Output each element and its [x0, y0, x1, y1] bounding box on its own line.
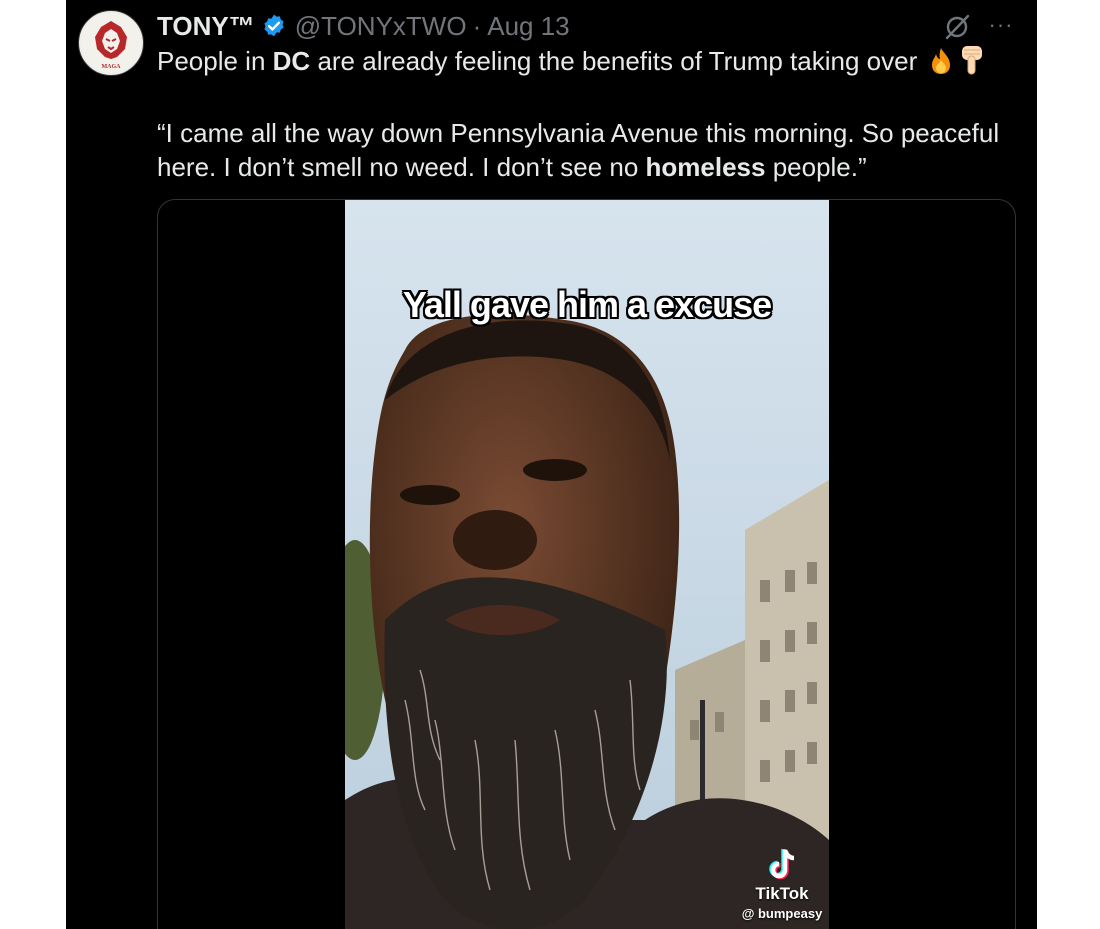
- line2-post: people.”: [765, 152, 867, 182]
- tiktok-logo-icon: [769, 849, 795, 880]
- tweet-header: TONY™ @TONYxTWO · Aug 13: [157, 10, 570, 42]
- fire-icon: [926, 46, 956, 84]
- line2-pre: “I came all the way down Pennsylvania Av…: [157, 118, 1000, 182]
- verified-badge-icon: [261, 13, 287, 39]
- line1-pre: People in: [157, 46, 273, 76]
- tweet-date[interactable]: Aug 13: [487, 11, 569, 42]
- author-handle[interactable]: @TONYxTWO: [295, 11, 467, 42]
- tiktok-brand: TikTok: [755, 884, 809, 903]
- lion-logo-icon: MAGA: [81, 13, 141, 73]
- tweet-text: People in DC are already feeling the ben…: [157, 44, 1017, 184]
- tweet-line-2: “I came all the way down Pennsylvania Av…: [157, 116, 1017, 184]
- header-separator: ·: [472, 10, 482, 41]
- video-caption: Yall gave him a excuse: [402, 284, 772, 325]
- line2-bold: homeless: [645, 152, 766, 182]
- video-frame[interactable]: Yall gave him a excuse TikTok @ bumpeasy: [345, 200, 829, 929]
- pointing-down-icon: [958, 44, 986, 84]
- avatar-label: MAGA: [102, 64, 122, 70]
- more-options-icon[interactable]: ···: [987, 10, 1015, 40]
- video-player[interactable]: Yall gave him a excuse TikTok @ bumpeasy: [157, 199, 1016, 929]
- tiktok-username: @ bumpeasy: [741, 906, 823, 921]
- author-name[interactable]: TONY™: [157, 11, 255, 42]
- line1-bold: DC: [272, 46, 311, 76]
- tweet-card[interactable]: MAGA TONY™ @TONYxTWO · Aug 13 ··· People…: [66, 0, 1037, 929]
- tweet-line-1: People in DC are already feeling the ben…: [157, 44, 1017, 84]
- tiktok-watermark: TikTok @ bumpeasy: [737, 848, 827, 921]
- line1-post: are already feeling the benefits of Trum…: [310, 46, 925, 76]
- avatar[interactable]: MAGA: [78, 10, 144, 76]
- grok-icon[interactable]: [942, 12, 972, 42]
